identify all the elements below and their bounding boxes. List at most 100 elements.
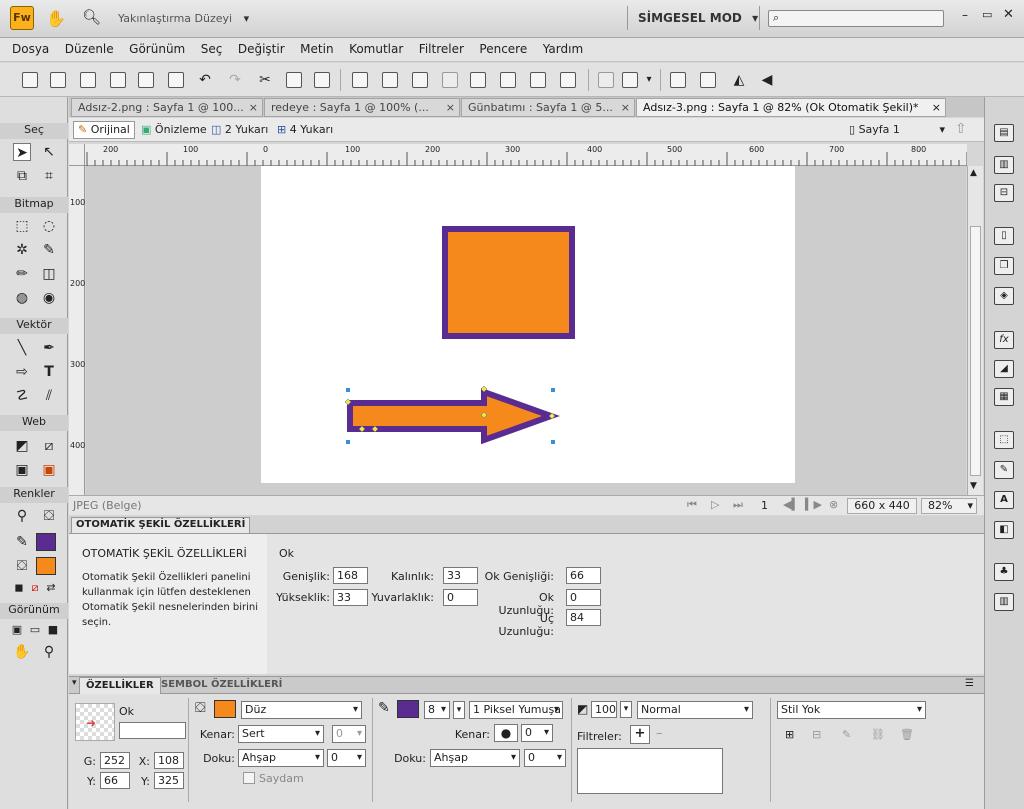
split-icon[interactable] — [442, 72, 458, 88]
page-up-icon[interactable]: ⇧ — [955, 121, 967, 137]
workspace-switcher[interactable]: SİMGESEL MOD ▾ — [638, 11, 758, 25]
filters-list[interactable] — [577, 748, 723, 794]
styles-panel-icon[interactable]: fx — [994, 331, 1014, 349]
stroke-color-button[interactable] — [397, 700, 419, 718]
redo-icon[interactable]: ↷ — [226, 71, 244, 89]
texture-amount-field[interactable]: 0 — [327, 749, 366, 767]
zoom-dropdown[interactable]: 82% ▾ — [921, 498, 977, 514]
canvas-size[interactable]: 660 x 440 — [847, 498, 917, 514]
stroke-size-dropdown[interactable]: ▾ — [453, 701, 465, 719]
menu-view[interactable]: Görünüm — [123, 38, 191, 61]
scale-tool-icon[interactable]: ⧉ — [13, 167, 31, 185]
stroke-size-field[interactable]: 8 — [424, 701, 450, 719]
maximize-button[interactable]: ▭ — [982, 8, 992, 21]
states-panel-icon[interactable]: ❐ — [994, 257, 1014, 275]
standard-screen-icon[interactable]: ▣ — [8, 621, 26, 639]
pages-panel-icon[interactable]: ▯ — [994, 227, 1014, 245]
scroll-down-arrow[interactable]: ▼ — [970, 481, 977, 491]
new-style-icon[interactable]: ⊞ — [785, 728, 794, 741]
send-back-icon[interactable] — [560, 72, 576, 88]
swatches-panel-icon[interactable]: ◢ — [994, 360, 1014, 378]
fill-color-button[interactable] — [214, 700, 236, 718]
delete-style-icon[interactable]: 🗑︎ — [900, 728, 914, 741]
menu-text[interactable]: Metin — [294, 38, 339, 61]
object-name-field[interactable] — [119, 722, 186, 739]
print-icon[interactable] — [168, 72, 184, 88]
tab-document-4[interactable]: Adsız-3.png : Sayfa 1 @ 82% (Ok Otomatik… — [636, 98, 946, 117]
style-dropdown[interactable]: Stil Yok — [777, 701, 926, 719]
opacity-field[interactable]: 100 — [591, 701, 617, 718]
import-icon[interactable] — [110, 72, 126, 88]
menu-file[interactable]: Dosya — [6, 38, 55, 61]
menu-help[interactable]: Yardım — [537, 38, 589, 61]
arrow-width-field[interactable]: 66 — [566, 567, 601, 584]
break-style-icon[interactable]: ⛓ — [871, 728, 885, 741]
group-icon[interactable] — [352, 72, 368, 88]
cut-icon[interactable]: ✂ — [256, 71, 274, 89]
view-4up-button[interactable]: ⊞ 4 Yukarı — [277, 123, 333, 137]
pointer-tool-icon[interactable]: ➤ — [13, 143, 31, 161]
panel-menu-icon[interactable]: ☰ — [965, 678, 974, 689]
arrow-length-field[interactable]: 0 — [566, 589, 601, 606]
close-icon[interactable]: × — [249, 99, 258, 116]
send-backward-icon[interactable] — [530, 72, 546, 88]
menu-filters[interactable]: Filtreler — [413, 38, 470, 61]
scroll-up-arrow[interactable]: ▲ — [970, 168, 977, 178]
redefine-style-icon[interactable]: ⊟ — [812, 728, 821, 741]
minimize-button[interactable]: – — [962, 8, 968, 22]
thickness-field[interactable]: 33 — [443, 567, 478, 584]
text-tool-icon[interactable]: T — [40, 363, 58, 381]
3d-panel-icon[interactable]: ◧ — [994, 521, 1014, 539]
menu-window[interactable]: Pencere — [473, 38, 533, 61]
swap-colors-icon[interactable]: ⇄ — [42, 579, 60, 597]
first-frame-icon[interactable]: ⏮ — [687, 498, 697, 512]
blend-mode-dropdown[interactable]: Normal — [637, 701, 753, 719]
subselect-tool-icon[interactable]: ↖ — [40, 143, 58, 161]
stroke-texture-amount-field[interactable]: 0 — [524, 749, 566, 767]
remove-filter-button[interactable]: – — [656, 726, 663, 741]
play-icon[interactable]: ▷ — [711, 498, 719, 511]
fill-type-dropdown[interactable]: Düz — [241, 701, 362, 719]
rotate-left-icon[interactable] — [670, 72, 686, 88]
chevron-down-icon[interactable]: ▾ — [640, 71, 658, 89]
vertical-scrollbar[interactable]: ▲ ▼ — [967, 166, 983, 495]
menu-commands[interactable]: Komutlar — [343, 38, 409, 61]
resources-panel-icon[interactable]: ▥ — [994, 593, 1014, 611]
join-icon[interactable] — [412, 72, 428, 88]
fill-color-swatch[interactable] — [36, 557, 56, 575]
stroke-type-dropdown[interactable]: 1 Piksel Yumuşa — [469, 701, 563, 719]
bring-front-icon[interactable] — [470, 72, 486, 88]
slice-tool-icon[interactable]: ⧄ — [40, 437, 58, 455]
prev-frame-icon[interactable]: ◀▍ — [783, 498, 800, 511]
text-panel-icon[interactable]: A — [994, 491, 1014, 509]
menu-select[interactable]: Seç — [195, 38, 229, 61]
tab-properties[interactable]: ÖZELLİKLER — [79, 677, 161, 694]
edge-dropdown[interactable]: Sert — [238, 725, 324, 743]
transform-panel-icon[interactable]: ⬚ — [994, 431, 1014, 449]
shape-tool-icon[interactable]: ⇨ — [13, 363, 31, 381]
tab-document-2[interactable]: redeye : Sayfa 1 @ 100% (... × — [264, 98, 460, 117]
zoom-tool-icon[interactable]: ⚲ — [40, 643, 58, 661]
path-panel-icon[interactable]: ✎ — [994, 461, 1014, 479]
pencil-tool-icon[interactable]: ✏ — [13, 265, 31, 283]
history-panel-icon[interactable]: ▥ — [994, 156, 1014, 174]
edge-amount-field[interactable]: 0 — [332, 725, 366, 743]
crop-tool-icon[interactable]: ⌗ — [40, 167, 58, 185]
x-field[interactable]: 108 — [154, 752, 184, 769]
hide-slices-icon[interactable]: ▣ — [13, 461, 31, 479]
redeye-tool-icon[interactable]: ◉ — [40, 289, 58, 307]
show-slices-icon[interactable]: ▣ — [40, 461, 58, 479]
undo-icon[interactable]: ↶ — [196, 71, 214, 89]
menu-modify[interactable]: Değiştir — [232, 38, 291, 61]
library-panel-icon[interactable]: ▦ — [994, 388, 1014, 406]
transparent-checkbox[interactable] — [243, 772, 255, 784]
page-selector[interactable]: ▯ Sayfa 1 ▾ — [849, 123, 949, 137]
stroke-texture-dropdown[interactable]: Ahşap — [430, 749, 520, 767]
view-2up-button[interactable]: ◫ 2 Yukarı — [211, 123, 268, 137]
roundness-field[interactable]: 0 — [443, 589, 478, 606]
flip-vertical-icon[interactable]: ◀ — [758, 71, 776, 89]
search-input[interactable]: ⌕ — [768, 10, 944, 27]
last-frame-icon[interactable]: ⏭ — [733, 498, 743, 512]
fullscreen-menu-icon[interactable]: ▭ — [26, 621, 44, 639]
bring-forward-icon[interactable] — [500, 72, 516, 88]
